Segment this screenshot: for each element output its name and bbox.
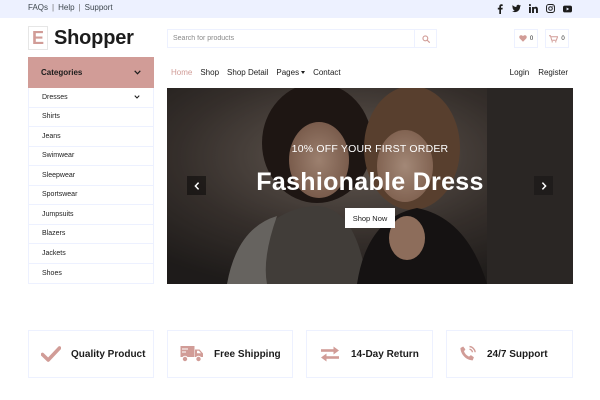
category-item-dresses[interactable]: Dresses xyxy=(29,88,153,108)
register-link[interactable]: Register xyxy=(538,68,568,77)
cart-icon xyxy=(549,34,559,43)
nav-contact[interactable]: Contact xyxy=(313,68,341,77)
hero-subtitle: 10% OFF YOUR FIRST ORDER xyxy=(291,143,449,155)
heart-icon xyxy=(519,35,527,42)
top-links: FAQs | Help | Support xyxy=(28,3,113,12)
category-label: Swimwear xyxy=(42,152,75,160)
feature-label: Quality Product xyxy=(71,348,146,360)
carousel-next-button[interactable] xyxy=(534,176,553,195)
linkedin-icon[interactable] xyxy=(529,3,538,14)
facebook-icon[interactable] xyxy=(495,3,504,14)
feature-24-7-support: 24/7 Support xyxy=(446,330,573,378)
auth-links: Login Register xyxy=(510,68,568,77)
faqs-link[interactable]: FAQs xyxy=(28,3,48,12)
category-item-swimwear[interactable]: Swimwear xyxy=(29,147,153,166)
hero-title: Fashionable Dress xyxy=(256,168,484,196)
hero-carousel: 10% OFF YOUR FIRST ORDER Fashionable Dre… xyxy=(167,88,573,284)
chevron-down-icon xyxy=(134,95,140,100)
logo-mark: E xyxy=(28,26,48,50)
category-label: Jumpsuits xyxy=(42,210,74,218)
instagram-icon[interactable] xyxy=(546,3,555,14)
category-label: Shirts xyxy=(42,113,60,121)
hero-caption: 10% OFF YOUR FIRST ORDER Fashionable Dre… xyxy=(167,143,573,197)
feature-free-shipping: Free Shipping xyxy=(167,330,293,378)
nav-shop-detail[interactable]: Shop Detail xyxy=(227,68,268,77)
search-input[interactable] xyxy=(168,30,414,47)
category-item-sportswear[interactable]: Sportswear xyxy=(29,186,153,205)
nav-shop[interactable]: Shop xyxy=(200,68,219,77)
nav-pages-dropdown[interactable]: Pages xyxy=(276,68,306,77)
social-links xyxy=(495,3,572,14)
categories-title: Categories xyxy=(41,68,83,77)
youtube-icon[interactable] xyxy=(563,3,572,14)
wishlist-count: 0 xyxy=(529,35,534,42)
separator: | xyxy=(52,3,55,12)
nav-home[interactable]: Home xyxy=(171,68,192,77)
exchange-icon xyxy=(321,346,339,362)
category-label: Dresses xyxy=(42,93,68,101)
category-item-shirts[interactable]: Shirts xyxy=(29,108,153,127)
carousel-prev-button[interactable] xyxy=(187,176,206,195)
search-button[interactable] xyxy=(414,30,436,47)
phone-icon xyxy=(460,345,476,361)
support-link[interactable]: Support xyxy=(85,3,113,12)
shop-now-button[interactable]: Shop Now xyxy=(345,208,395,228)
cart-count: 0 xyxy=(561,35,565,42)
feature-label: 14-Day Return xyxy=(351,348,419,360)
twitter-icon[interactable] xyxy=(512,3,521,14)
nav-pages-label: Pages xyxy=(276,68,300,77)
login-link[interactable]: Login xyxy=(510,68,530,77)
main-nav: Home Shop Shop Detail Pages Contact xyxy=(171,68,341,77)
feature-label: Free Shipping xyxy=(214,348,281,360)
wishlist-button[interactable]: 0 xyxy=(514,29,538,48)
logo-name: Shopper xyxy=(54,26,134,49)
categories-list: Dresses Shirts Jeans Swimwear Sleepwear … xyxy=(28,88,154,284)
category-label: Sportswear xyxy=(42,191,78,199)
search-bar xyxy=(167,29,437,48)
cart-button[interactable]: 0 xyxy=(545,29,569,48)
category-item-jeans[interactable]: Jeans xyxy=(29,127,153,147)
category-item-jackets[interactable]: Jackets xyxy=(29,244,153,264)
category-label: Jackets xyxy=(42,249,66,257)
feature-quality-product: Quality Product xyxy=(28,330,154,378)
category-label: Jeans xyxy=(42,132,61,140)
categories-toggle[interactable]: Categories xyxy=(28,57,154,88)
caret-down-icon xyxy=(301,71,306,75)
logo[interactable]: E Shopper xyxy=(28,26,134,50)
category-label: Shoes xyxy=(42,269,62,277)
category-item-blazers[interactable]: Blazers xyxy=(29,225,153,244)
check-icon xyxy=(41,346,61,362)
chevron-right-icon xyxy=(541,181,547,190)
category-item-sleepwear[interactable]: Sleepwear xyxy=(29,166,153,186)
feature-14-day-return: 14-Day Return xyxy=(306,330,433,378)
chevron-down-icon xyxy=(134,70,141,75)
feature-label: 24/7 Support xyxy=(487,348,548,360)
top-bar: FAQs | Help | Support xyxy=(0,0,600,18)
chevron-left-icon xyxy=(193,181,199,190)
shipping-icon xyxy=(180,346,203,363)
category-item-shoes[interactable]: Shoes xyxy=(29,264,153,284)
category-item-jumpsuits[interactable]: Jumpsuits xyxy=(29,205,153,225)
search-icon xyxy=(421,34,430,43)
category-label: Blazers xyxy=(42,230,66,238)
separator: | xyxy=(78,3,81,12)
category-label: Sleepwear xyxy=(42,171,76,179)
help-link[interactable]: Help xyxy=(58,3,74,12)
